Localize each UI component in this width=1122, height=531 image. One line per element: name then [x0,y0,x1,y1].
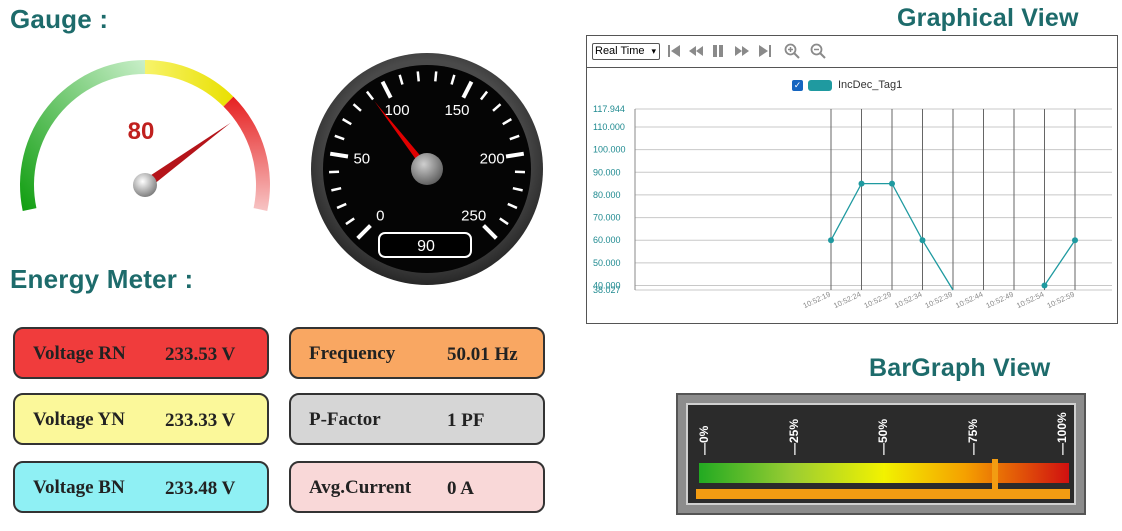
power-factor-card: P-Factor 1 PF [289,393,545,445]
voltage-yn-label: Voltage YN [33,409,126,430]
voltage-rn-label: Voltage RN [33,343,126,364]
skip-end-icon[interactable] [756,42,774,60]
voltage-bn-card: Voltage BN 233.48 V [13,461,269,513]
x-tick-label: 10:52:19 [802,290,832,310]
y-tick-label: 80.000 [593,190,621,200]
y-tick-label: 60.000 [593,235,621,245]
speedometer-minor-tick [416,71,420,82]
bargraph-view-title: BarGraph View [869,354,1051,382]
y-tick-label: 50.000 [593,258,621,268]
x-tick-label: 10:52:54 [1015,290,1045,310]
power-factor-value: 1 PF [447,410,485,431]
speedometer-tick-label: 250 [461,208,486,225]
bargraph-scale [699,463,1069,483]
voltage-rn-card: Voltage RN 233.53 V [13,327,269,379]
skip-start-icon[interactable] [665,42,683,60]
voltage-bn-label: Voltage BN [33,477,125,498]
bargraph-tick-label: —25% [786,418,801,455]
series-point[interactable] [828,237,834,244]
voltage-yn-card: Voltage YN 233.33 V [13,393,269,445]
speedometer-minor-tick [434,71,438,82]
zoom-out-icon[interactable] [809,42,827,60]
y-tick-label: 70.000 [593,213,621,223]
speedometer-tick-label: 100 [385,102,410,119]
bargraph-tick-label: —100% [1055,412,1069,455]
frequency-label: Frequency [309,343,396,364]
bargraph-tick-label: —50% [876,418,890,455]
x-tick-label: 10:52:49 [985,290,1015,310]
gauge-arc-green [20,60,146,211]
voltage-rn-value: 233.53 V [165,344,236,365]
speedometer-hub [411,153,443,185]
speedometer-gauge: 0 50 100 150 200 250 90 [311,53,543,285]
series-point[interactable] [889,180,895,187]
x-tick-label: 10:52:39 [924,290,954,310]
avg-current-value: 0 A [447,478,474,499]
y-tick-label: 110.000 [593,122,625,132]
voltage-yn-value: 233.33 V [165,410,236,431]
bargraph-tick-label: —0% [697,425,711,455]
bargraph-panel: —0% —25% —50% —75% —100% [676,393,1086,515]
pause-icon[interactable] [709,42,727,60]
frequency-value: 50.01 Hz [447,344,518,365]
y-tick-label: 100.000 [593,145,626,155]
y-tick-label: 117.944 [593,104,625,114]
speedometer-readout: 90 [417,238,435,255]
speedometer-tick-label: 50 [353,151,370,168]
graphical-view-title: Graphical View [897,4,1079,32]
bargraph-inner: —0% —25% —50% —75% —100% [686,403,1076,505]
x-tick-label: 10:52:34 [893,290,923,310]
time-mode-value: Real Time [595,45,645,57]
gauge-needle-hub [133,173,157,197]
series-point[interactable] [1041,282,1048,289]
speedometer-tick-label: 150 [444,102,469,119]
x-tick-label: 10:52:24 [832,290,862,310]
avg-current-label: Avg.Current [309,477,412,498]
gauge-value: 80 [128,118,155,145]
graphical-view-panel: Real Time ▾ ✓ IncDec_Tag1 117.944 110.000… [586,35,1118,324]
gauge-arc-red [223,96,271,211]
avg-current-card: Avg.Current 0 A [289,461,545,513]
time-mode-select[interactable]: Real Time ▾ [592,43,660,60]
frequency-card: Frequency 50.01 Hz [289,327,545,379]
y-tick-label: 90.000 [593,167,621,177]
gauge-arc-yellow [145,60,234,107]
power-factor-label: P-Factor [309,409,381,430]
line-chart: 117.944 110.000 100.000 90.000 80.000 70.000 6… [593,104,1112,310]
chevron-down-icon: ▾ [651,46,656,56]
series-point[interactable] [1072,237,1078,244]
bargraph-fill [696,489,1070,499]
zoom-in-icon[interactable] [783,42,801,60]
rewind-icon[interactable] [687,42,705,60]
x-tick-label: 10:52:29 [863,290,893,310]
energy-meter-section-title: Energy Meter : [10,264,194,294]
voltage-bn-value: 233.48 V [165,478,236,499]
chart-toolbar: Real Time ▾ [587,36,1117,68]
series-point[interactable] [919,237,926,244]
speedometer-major-tick [505,151,525,159]
x-tick-label: 10:52:44 [954,290,984,310]
semi-circular-gauge: 80 [20,60,271,211]
x-tick-label: 10:52:59 [1046,290,1076,310]
speedometer-tick-label: 200 [480,151,505,168]
y-tick-label: 38.027 [593,285,621,295]
gauge-section-title: Gauge : [10,4,109,34]
speedometer-tick-label: 0 [376,208,384,225]
bargraph-tick-label: —75% [965,418,980,455]
speedometer-major-tick [329,151,349,159]
bargraph-marker [992,459,998,493]
fast-forward-icon[interactable] [733,42,751,60]
series-point[interactable] [858,180,865,187]
